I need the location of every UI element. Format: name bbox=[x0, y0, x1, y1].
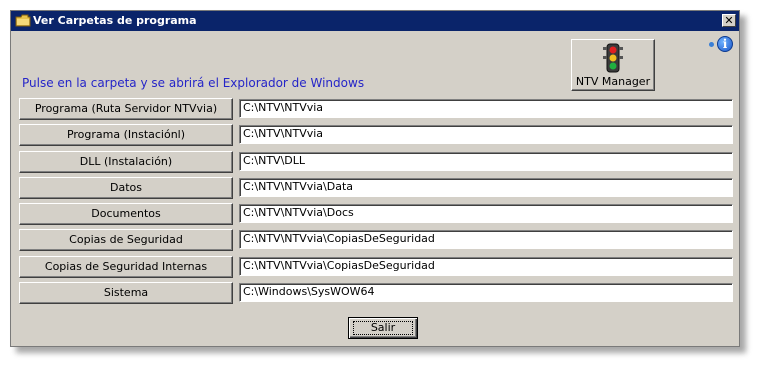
ntv-manager-label: NTV Manager bbox=[575, 75, 651, 88]
title-bar[interactable]: Ver Carpetas de programa ✕ bbox=[11, 11, 739, 31]
folder-row: Datos C:\NTV\NTVvia\Data bbox=[19, 177, 734, 199]
folder-row: Sistema C:\Windows\SysWOW64 bbox=[19, 282, 734, 304]
exit-button[interactable]: Salir bbox=[348, 317, 418, 339]
path-field[interactable]: C:\NTV\NTVvia\Docs bbox=[239, 204, 733, 223]
folder-row: Programa (Instaciónl) C:\NTV\NTVvia bbox=[19, 124, 734, 146]
path-field[interactable]: C:\Windows\SysWOW64 bbox=[239, 283, 733, 302]
folder-button-copias-internas[interactable]: Copias de Seguridad Internas bbox=[19, 256, 233, 278]
folder-icon bbox=[15, 14, 31, 27]
folder-row: Copias de Seguridad Internas C:\NTV\NTVv… bbox=[19, 256, 734, 278]
folder-button-programa-servidor[interactable]: Programa (Ruta Servidor NTVvia) bbox=[19, 98, 233, 120]
folder-button-copias-seguridad[interactable]: Copias de Seguridad bbox=[19, 229, 233, 251]
folder-button-sistema[interactable]: Sistema bbox=[19, 282, 233, 304]
folder-button-documentos[interactable]: Documentos bbox=[19, 203, 233, 225]
ntv-manager-button[interactable]: NTV Manager bbox=[571, 39, 655, 91]
focus-rectangle bbox=[353, 321, 413, 335]
window-title: Ver Carpetas de programa bbox=[33, 14, 197, 27]
traffic-light-icon bbox=[603, 43, 623, 73]
folder-row: Copias de Seguridad C:\NTV\NTVvia\Copias… bbox=[19, 229, 734, 251]
folder-row: Documentos C:\NTV\NTVvia\Docs bbox=[19, 203, 734, 225]
close-button[interactable]: ✕ bbox=[722, 14, 736, 27]
folder-button-programa-instalacion[interactable]: Programa (Instaciónl) bbox=[19, 124, 233, 146]
close-icon: ✕ bbox=[724, 14, 734, 27]
info-dot bbox=[709, 42, 714, 47]
path-field[interactable]: C:\NTV\NTVvia bbox=[239, 125, 733, 144]
folder-row: Programa (Ruta Servidor NTVvia) C:\NTV\N… bbox=[19, 98, 734, 120]
instruction-text: Pulse en la carpeta y se abrirá el Explo… bbox=[22, 76, 365, 90]
info-icon[interactable]: i bbox=[717, 36, 733, 52]
path-field[interactable]: C:\NTV\DLL bbox=[239, 152, 733, 171]
folder-row: DLL (Instalación) C:\NTV\DLL bbox=[19, 151, 734, 173]
folder-button-dll[interactable]: DLL (Instalación) bbox=[19, 151, 233, 173]
folder-button-datos[interactable]: Datos bbox=[19, 177, 233, 199]
path-field[interactable]: C:\NTV\NTVvia\CopiasDeSeguridad bbox=[239, 230, 733, 249]
dialog-window: Ver Carpetas de programa ✕ i NTV Manager… bbox=[10, 10, 740, 347]
path-field[interactable]: C:\NTV\NTVvia bbox=[239, 99, 733, 118]
path-field[interactable]: C:\NTV\NTVvia\Data bbox=[239, 178, 733, 197]
path-field[interactable]: C:\NTV\NTVvia\CopiasDeSeguridad bbox=[239, 257, 733, 276]
